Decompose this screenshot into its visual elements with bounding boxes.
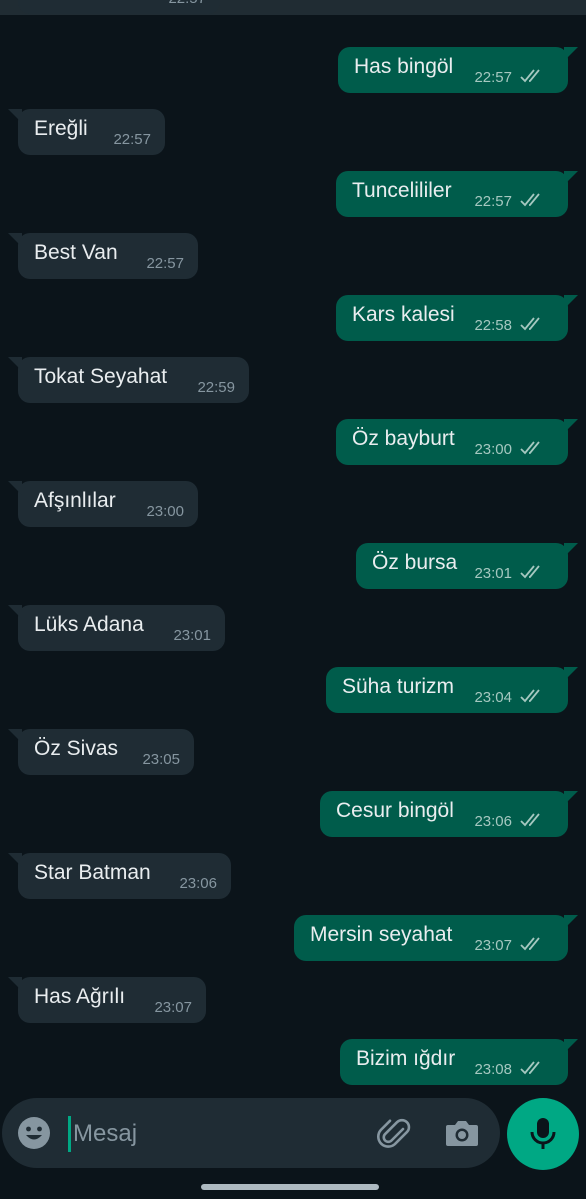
incoming-message[interactable]: Öz Sivas 23:05 [8, 729, 194, 775]
message-text: Öz Sivas [34, 737, 119, 760]
bubble-tail [564, 171, 578, 185]
message-text: Bizim ığdır [356, 1047, 456, 1070]
message-text: Tuncelililer [352, 179, 452, 202]
read-receipt-icon [520, 812, 546, 828]
message-timestamp: 23:00 [474, 441, 512, 458]
message-text: Lüks Adana [34, 613, 144, 636]
incoming-message[interactable]: Lüks Artvin22:57 [18, 0, 220, 14]
outgoing-message[interactable]: Cesur bingöl 23:06 [320, 791, 578, 837]
message-composer [2, 1098, 500, 1168]
message-timestamp: 22:57 [113, 131, 151, 148]
outgoing-message[interactable]: Bizim ığdır 23:08 [340, 1039, 578, 1085]
message-timestamp: 23:01 [474, 565, 512, 582]
read-receipt-icon [520, 1060, 546, 1076]
microphone-icon [530, 1118, 556, 1149]
message-timestamp: 22:57 [146, 255, 184, 272]
incoming-message[interactable]: Afşınlılar 23:00 [8, 481, 198, 527]
message-text: Afşınlılar [34, 489, 116, 512]
bubble-tail [564, 295, 578, 309]
outgoing-message[interactable]: Has bingöl 22:57 [338, 47, 578, 93]
outgoing-message[interactable]: Kars kalesi 22:58 [336, 295, 578, 341]
read-receipt-icon [520, 440, 546, 456]
camera-icon[interactable] [444, 1116, 480, 1150]
message-text: Has Ağrılı [34, 985, 126, 1008]
read-receipt-icon [520, 564, 546, 580]
message-text: Kars kalesi [352, 303, 455, 326]
message-text: Öz bursa [372, 551, 458, 574]
incoming-message[interactable]: Has Ağrılı 23:07 [8, 977, 206, 1023]
message-timestamp: 23:07 [474, 937, 512, 954]
bubble-tail [564, 543, 578, 557]
chat-message-list[interactable]: Lüks Artvin22:57 Has bingöl 22:57 Ereğli 22:… [0, 0, 586, 1090]
message-timestamp: 23:08 [474, 1061, 512, 1078]
outgoing-message[interactable]: Tuncelililer 22:57 [336, 171, 578, 217]
message-timestamp: 22:58 [474, 317, 512, 334]
message-timestamp: 22:59 [197, 379, 235, 396]
message-text: Mersin seyahat [310, 923, 453, 946]
incoming-message[interactable]: Lüks Adana 23:01 [8, 605, 225, 651]
bubble-tail [564, 47, 578, 61]
message-timestamp: 22:57 [168, 0, 206, 7]
incoming-message[interactable]: Star Batman 23:06 [8, 853, 231, 899]
message-text: Best Van [34, 241, 118, 264]
outgoing-message[interactable]: Süha turizm 23:04 [326, 667, 578, 713]
incoming-message[interactable]: Ereğli 22:57 [8, 109, 165, 155]
message-timestamp: 22:57 [474, 69, 512, 86]
read-receipt-icon [520, 936, 546, 952]
bubble-tail [564, 419, 578, 433]
message-text: Tokat Seyahat [34, 365, 168, 388]
message-text: Star Batman [34, 861, 151, 884]
message-text: Cesur bingöl [336, 799, 454, 822]
paperclip-icon[interactable] [376, 1115, 414, 1153]
bubble-tail [564, 791, 578, 805]
message-input[interactable] [68, 1116, 355, 1152]
bubble-tail [564, 667, 578, 681]
bubble-tail [564, 915, 578, 929]
home-indicator[interactable] [201, 1184, 379, 1190]
read-receipt-icon [520, 192, 546, 208]
message-timestamp: 23:07 [154, 999, 192, 1016]
message-text: Has bingöl [354, 55, 454, 78]
incoming-message[interactable]: Best Van 22:57 [8, 233, 198, 279]
message-timestamp: 23:05 [142, 751, 180, 768]
read-receipt-icon [520, 68, 546, 84]
message-text: Ereğli [34, 117, 88, 140]
message-timestamp: 23:06 [474, 813, 512, 830]
message-text: Öz bayburt [352, 427, 455, 450]
outgoing-message[interactable]: Öz bayburt 23:00 [336, 419, 578, 465]
message-timestamp: 23:04 [474, 689, 512, 706]
message-text: Süha turizm [342, 675, 455, 698]
outgoing-message[interactable]: Öz bursa 23:01 [356, 543, 578, 589]
voice-record-button[interactable] [507, 1098, 579, 1170]
message-timestamp: 23:06 [179, 875, 217, 892]
bubble-tail [564, 1039, 578, 1053]
message-timestamp: 22:57 [474, 193, 512, 210]
message-timestamp: 23:00 [146, 503, 184, 520]
message-timestamp: 23:01 [173, 627, 211, 644]
emoji-icon[interactable] [16, 1115, 52, 1151]
incoming-message[interactable]: Tokat Seyahat 22:59 [8, 357, 249, 403]
read-receipt-icon [520, 316, 546, 332]
read-receipt-icon [520, 688, 546, 704]
outgoing-message[interactable]: Mersin seyahat 23:07 [294, 915, 578, 961]
